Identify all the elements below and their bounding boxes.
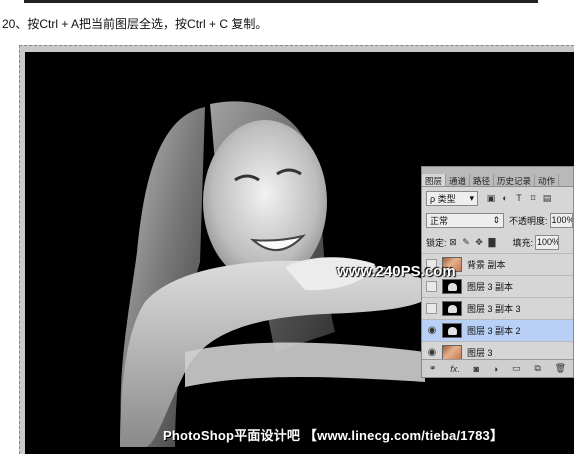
layer-thumbnail — [442, 279, 462, 294]
panel-footer: ⚭ fx. ◙ ◑ ▭ ⧉ 🗑 — [422, 359, 573, 377]
fill-value: 100% — [537, 237, 560, 247]
site-watermark: www.240PS.com — [337, 263, 456, 280]
chevron-updown-icon: ⇕ — [492, 214, 501, 225]
tab-channels[interactable]: 通道 — [446, 174, 471, 186]
type-filter-icon[interactable]: T — [512, 193, 526, 203]
mask-icon[interactable]: ◙ — [474, 364, 479, 374]
eye-icon[interactable]: ◉ — [422, 325, 442, 336]
lock-label: 锁定: — [426, 237, 447, 248]
fill-input[interactable]: 100% — [535, 234, 560, 250]
top-image-strip — [24, 0, 538, 3]
layer-thumbnail — [442, 345, 462, 360]
layer-thumbnail — [442, 323, 462, 338]
panel-tabs: 图层 通道 路径 历史记录 动作 — [422, 167, 573, 187]
lock-brush-icon[interactable]: ✎ — [460, 237, 473, 248]
opacity-input[interactable]: 100% — [549, 212, 573, 228]
fx-icon[interactable]: fx. — [450, 364, 460, 374]
tab-layers[interactable]: 图层 — [422, 174, 447, 186]
link-icon[interactable]: ⚭ — [429, 363, 437, 374]
layer-row[interactable]: 图层 3 副本 3 — [422, 297, 573, 319]
layer-thumbnail — [442, 301, 462, 316]
shape-filter-icon[interactable]: ⌑ — [526, 193, 540, 204]
adjustment-filter-icon[interactable]: ◐ — [498, 193, 512, 203]
eye-icon[interactable]: ◉ — [422, 347, 442, 358]
blend-row: 正常 ⇕ 不透明度: 100% — [422, 209, 573, 231]
filter-row: ρ 类型 ▾ ▣ ◐ T ⌑ ▤ — [422, 187, 573, 209]
visibility-toggle[interactable] — [426, 303, 437, 314]
bottom-watermark: PhotoShop平面设计吧 【www.linecg.com/tieba/178… — [163, 428, 504, 443]
layer-name: 图层 3 副本 3 — [467, 304, 521, 314]
folder-icon[interactable]: ▭ — [512, 363, 521, 374]
layer-name: 图层 3 副本 2 — [467, 326, 521, 336]
adjustment-icon[interactable]: ◑ — [493, 364, 498, 374]
layer-name: 图层 3 — [467, 348, 493, 358]
instruction-text: 20、按Ctrl + A把当前图层全选，按Ctrl + C 复制。 — [2, 17, 268, 31]
layer-name: 背景 副本 — [467, 260, 506, 270]
lock-transparent-icon[interactable]: ⊠ — [447, 237, 460, 248]
blend-mode-select[interactable]: 正常 ⇕ — [426, 212, 505, 228]
new-layer-icon[interactable]: ⧉ — [534, 363, 540, 374]
fill-label: 填充: — [512, 237, 534, 248]
lock-move-icon[interactable]: ✥ — [473, 237, 486, 248]
lock-all-icon[interactable]: ▇ — [486, 237, 499, 248]
filter-kind-label: ρ 类型 — [430, 193, 456, 204]
tab-actions[interactable]: 动作 — [535, 174, 560, 186]
filter-kind-select[interactable]: ρ 类型 ▾ — [426, 190, 478, 206]
tab-paths[interactable]: 路径 — [470, 174, 495, 186]
opacity-value: 100% — [551, 215, 573, 225]
blend-mode-label: 正常 — [430, 215, 449, 226]
layer-name: 图层 3 副本 — [467, 282, 514, 292]
smart-object-filter-icon[interactable]: ▤ — [540, 193, 554, 204]
trash-icon[interactable]: 🗑 — [555, 363, 566, 374]
pixel-filter-icon[interactable]: ▣ — [484, 193, 498, 204]
visibility-toggle[interactable] — [426, 281, 437, 292]
layer-row-selected[interactable]: ◉ 图层 3 副本 2 — [422, 319, 573, 341]
chevron-down-icon: ▾ — [469, 192, 474, 203]
lock-row: 锁定: ⊠ ✎ ✥ ▇ 填充: 100% — [422, 231, 573, 253]
opacity-label: 不透明度: — [509, 215, 548, 226]
tab-history[interactable]: 历史记录 — [494, 174, 536, 186]
